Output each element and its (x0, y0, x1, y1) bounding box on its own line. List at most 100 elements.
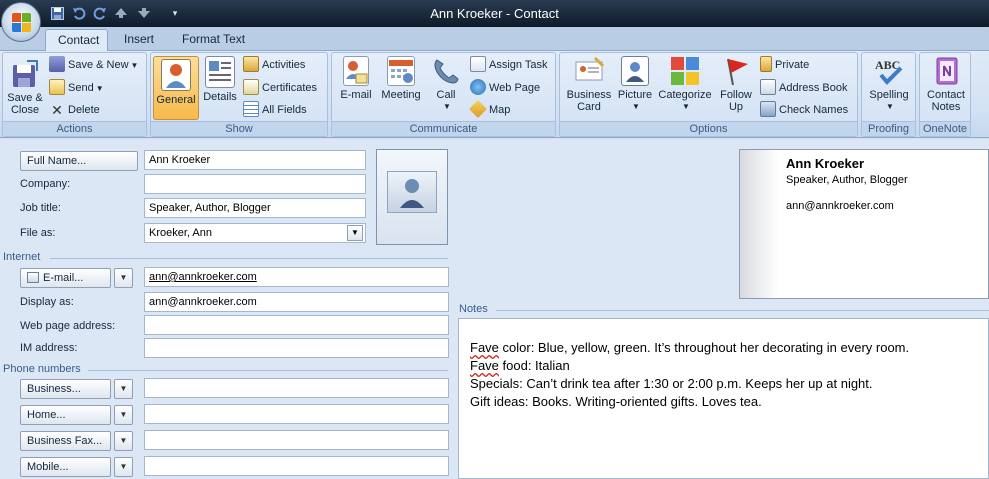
email-field[interactable]: ann@annkroeker.com (144, 267, 449, 287)
mobile-phone-button[interactable]: Mobile... (20, 457, 111, 477)
private-label: Private (775, 59, 810, 71)
title-bar: ▾ Ann Kroeker - Contact (0, 0, 989, 27)
business-card-icon (573, 56, 605, 86)
business-fax-field[interactable] (144, 430, 449, 450)
im-address-field[interactable] (144, 338, 449, 358)
business-fax-dropdown[interactable]: ▼ (114, 431, 133, 451)
map-label: Map (489, 104, 511, 116)
spelling-button[interactable]: ABC Spelling ▼ (864, 56, 914, 113)
assign-task-button[interactable]: Assign Task (470, 56, 548, 74)
group-label-actions: Actions (3, 121, 146, 136)
map-button[interactable]: Map (468, 99, 511, 119)
chevron-down-icon: ▼ (886, 102, 894, 111)
email-label: E-mail (340, 89, 372, 101)
company-label: Company: (20, 178, 71, 190)
web-page-button[interactable]: Web Page (470, 79, 540, 97)
business-card-preview[interactable]: Ann Kroeker Speaker, Author, Blogger ann… (739, 149, 989, 299)
call-button[interactable]: Call ▼ (426, 56, 466, 113)
notes-label: Notes (459, 303, 488, 315)
globe-icon (470, 79, 486, 95)
address-book-icon (760, 79, 776, 95)
meeting-label: Meeting (381, 89, 421, 101)
send-button[interactable]: Send ▼ (49, 79, 104, 97)
office-button[interactable] (1, 2, 41, 42)
delete-icon: ✕ (51, 102, 63, 118)
notes-line-text: food: Italian (498, 358, 570, 373)
meeting-button[interactable]: Meeting (378, 56, 424, 101)
assign-task-icon (470, 56, 486, 72)
spelling-flagged-word: Fave (470, 340, 499, 355)
categorize-button[interactable]: Categorize ▼ (656, 56, 714, 113)
full-name-button[interactable]: Full Name... (20, 151, 138, 171)
group-label-options: Options (560, 121, 857, 136)
save-close-button[interactable]: Save & Close (5, 56, 45, 116)
mobile-phone-field[interactable] (144, 456, 449, 476)
follow-up-button[interactable]: Follow Up (716, 56, 756, 113)
business-fax-button[interactable]: Business Fax... (20, 431, 111, 451)
email-type-dropdown[interactable]: ▼ (114, 268, 133, 288)
im-address-label: IM address: (20, 342, 78, 354)
file-as-value: Kroeker, Ann (149, 227, 212, 239)
certificates-button[interactable]: Certificates (243, 79, 317, 97)
home-phone-button[interactable]: Home... (20, 405, 111, 425)
contact-form: Full Name... Ann Kroeker Company: Job ti… (0, 139, 989, 479)
phone-icon (431, 56, 461, 86)
job-title-field[interactable]: Speaker, Author, Blogger (144, 198, 366, 218)
notes-line-text: Specials: Can’t drink tea after 1:30 or … (470, 376, 873, 391)
save-new-button[interactable]: Save & New ▼ (49, 56, 138, 74)
contact-notes-button[interactable]: Contact Notes (922, 56, 970, 113)
certificates-icon (243, 79, 259, 95)
general-icon (161, 59, 191, 91)
tab-contact[interactable]: Contact (45, 29, 108, 51)
all-fields-button[interactable]: All Fields (243, 101, 307, 119)
email-value: ann@annkroeker.com (149, 271, 257, 283)
follow-up-label: Follow Up (720, 89, 752, 113)
chevron-down-icon: ▼ (682, 102, 690, 111)
business-phone-dropdown[interactable]: ▼ (114, 379, 133, 399)
categorize-label: Categorize (658, 89, 712, 101)
tab-insert[interactable]: Insert (112, 29, 166, 51)
save-close-icon (11, 59, 39, 89)
file-as-select[interactable]: Kroeker, Ann ▼ (144, 223, 366, 243)
save-new-icon (49, 56, 65, 72)
group-label-proofing: Proofing (862, 121, 915, 136)
delete-button[interactable]: ✕ Delete (49, 101, 100, 119)
general-button[interactable]: General (153, 56, 199, 120)
picture-button[interactable]: Picture ▼ (616, 56, 654, 113)
meeting-icon (387, 56, 415, 86)
address-book-button[interactable]: Address Book (760, 79, 847, 97)
address-book-icon (27, 272, 39, 283)
certificates-label: Certificates (262, 82, 318, 94)
check-names-button[interactable]: Check Names (760, 101, 848, 119)
contact-picture-button[interactable] (376, 149, 448, 245)
home-phone-dropdown[interactable]: ▼ (114, 405, 133, 425)
job-title-label: Job title: (20, 202, 61, 214)
activities-button[interactable]: Activities (243, 56, 305, 74)
web-page-field[interactable] (144, 315, 449, 335)
web-page-label: Web page address: (20, 320, 116, 332)
notes-line-text: color: Blue, yellow, green. It’s through… (498, 340, 910, 355)
display-as-field[interactable]: ann@annkroeker.com (144, 292, 449, 312)
business-phone-field[interactable] (144, 378, 449, 398)
mobile-phone-dropdown[interactable]: ▼ (114, 457, 133, 477)
details-button[interactable]: Details (201, 56, 239, 103)
business-card-button[interactable]: Business Card (564, 56, 614, 113)
activities-label: Activities (262, 59, 306, 71)
private-button[interactable]: Private (760, 56, 809, 74)
email-icon (343, 56, 369, 86)
chevron-down-icon: ▼ (95, 84, 104, 93)
notes-textarea[interactable]: Fave color: Blue, yellow, green. It’s th… (458, 318, 989, 479)
details-label: Details (203, 91, 237, 103)
check-names-label: Check Names (779, 104, 849, 116)
chevron-down-icon: ▼ (632, 102, 640, 111)
home-phone-field[interactable] (144, 404, 449, 424)
business-phone-button[interactable]: Business... (20, 379, 111, 399)
ribbon: Save & Close Save & New ▼ Send ▼ ✕ Delete A… (0, 51, 989, 138)
chevron-down-icon[interactable]: ▼ (347, 225, 363, 241)
tab-format-text[interactable]: Format Text (170, 29, 257, 51)
email-button[interactable]: E-mail (336, 56, 376, 101)
full-name-field[interactable]: Ann Kroeker (144, 150, 366, 170)
general-label: General (156, 94, 196, 106)
company-field[interactable] (144, 174, 366, 194)
email-type-button[interactable]: E-mail... (20, 268, 111, 288)
